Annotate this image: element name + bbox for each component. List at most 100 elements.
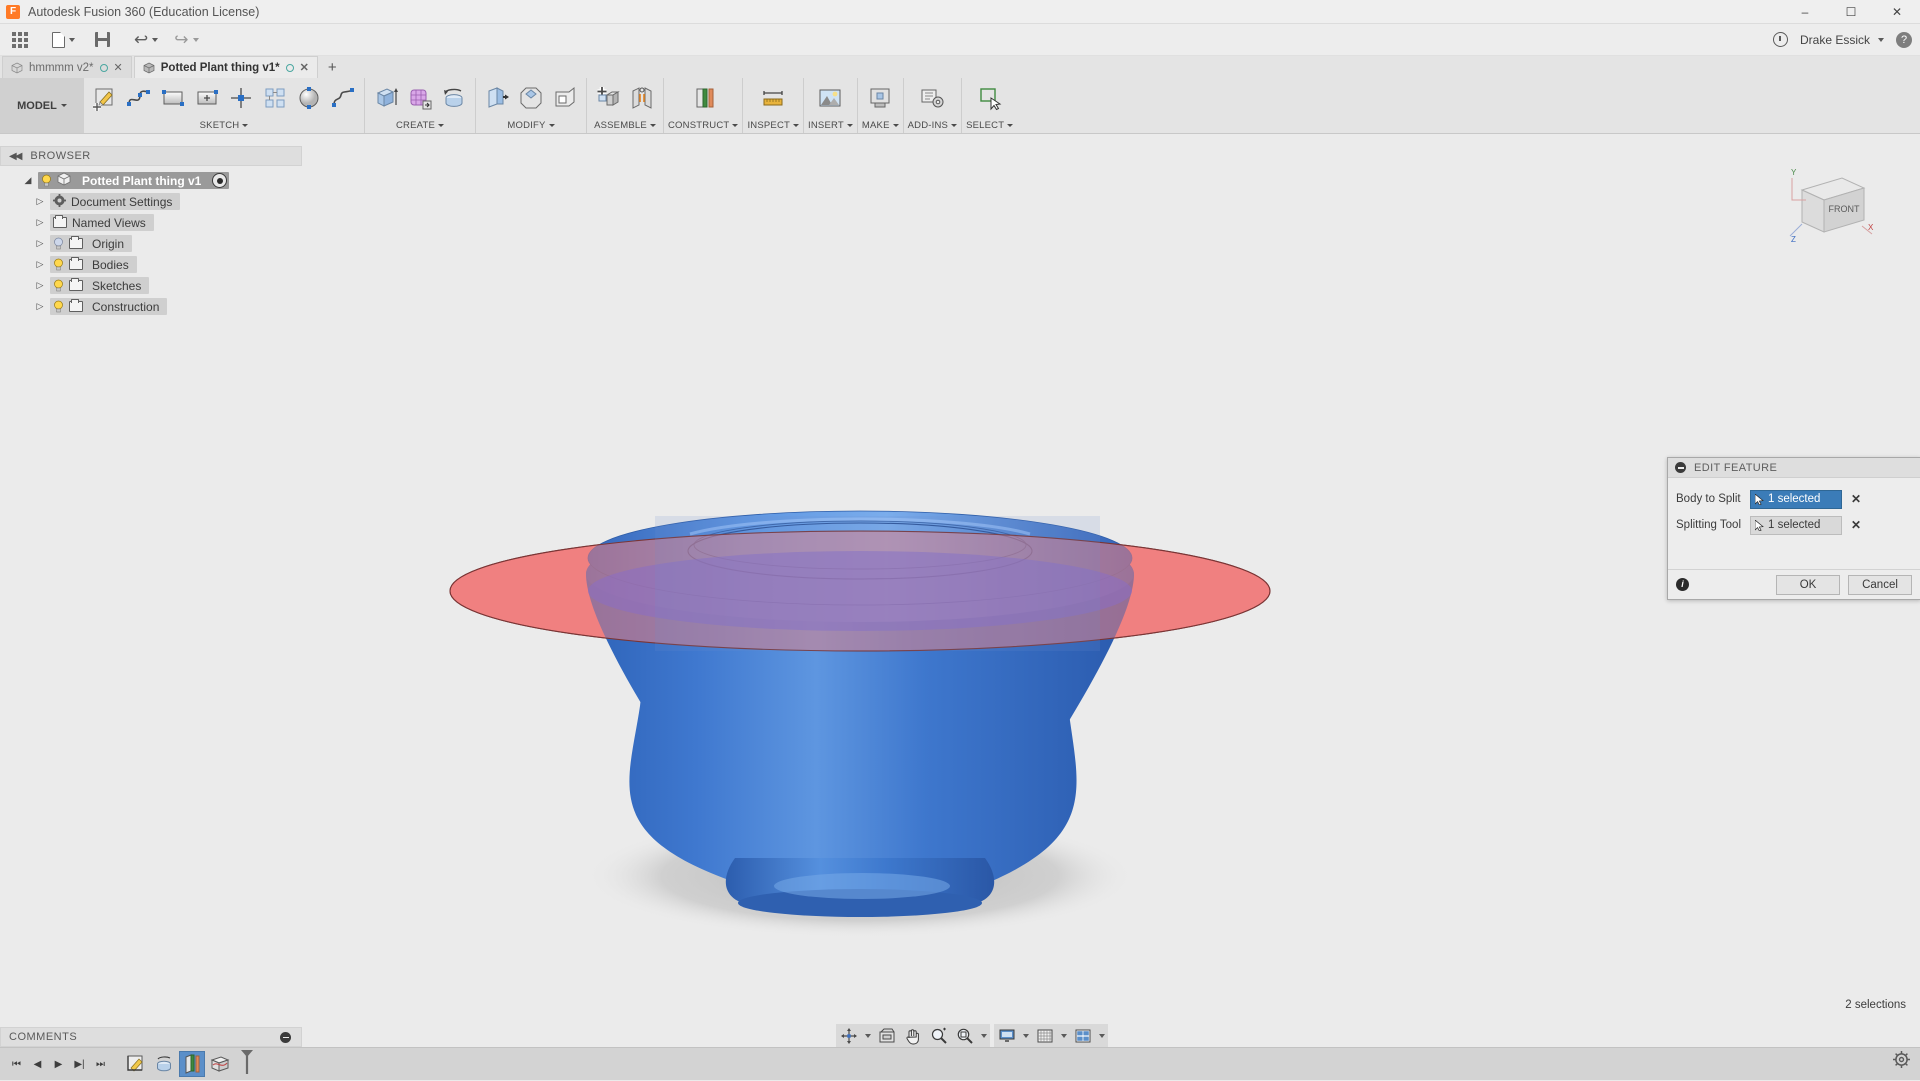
expand-arrow-icon[interactable]: ▷: [30, 238, 50, 249]
tree-node-root[interactable]: ◢ Potted Plant thing v1: [0, 170, 302, 191]
root-node-body[interactable]: Potted Plant thing v1: [38, 172, 229, 189]
splitting-tool-selection[interactable]: 1 selected: [1750, 516, 1842, 535]
node-body[interactable]: Named Views: [50, 214, 154, 231]
expand-arrow-icon[interactable]: ▷: [30, 280, 50, 291]
timeline-feature-revolve[interactable]: [151, 1051, 177, 1077]
view-cube[interactable]: FRONT Y X Z: [1784, 164, 1874, 254]
panel-label-select[interactable]: SELECT: [966, 118, 1013, 132]
rectangular-pattern-button[interactable]: [258, 81, 292, 115]
clear-splitting-tool-button[interactable]: ✕: [1851, 518, 1861, 532]
panel-label-make[interactable]: MAKE: [862, 118, 899, 132]
offset-plane-button[interactable]: [686, 81, 720, 115]
revolve-button[interactable]: [437, 81, 471, 115]
visibility-bulb-icon[interactable]: [53, 300, 64, 313]
panel-label-assemble[interactable]: ASSEMBLE: [594, 118, 656, 132]
tree-node-construction[interactable]: ▷ Construction: [0, 296, 302, 317]
panel-label-create[interactable]: CREATE: [396, 118, 444, 132]
viewports-button[interactable]: [1070, 1024, 1096, 1047]
orbit-button[interactable]: [836, 1024, 862, 1047]
panel-label-addins[interactable]: ADD-INS: [908, 118, 957, 132]
tree-node-named-views[interactable]: ▷ Named Views: [0, 212, 302, 233]
construction-line-button[interactable]: [224, 81, 258, 115]
node-body[interactable]: Bodies: [50, 256, 137, 273]
timeline-settings-button[interactable]: [1893, 1051, 1910, 1073]
orbit-dropdown[interactable]: [862, 1024, 874, 1047]
grid-snap-button[interactable]: [1032, 1024, 1058, 1047]
node-body[interactable]: Origin: [50, 235, 132, 252]
expand-arrow-icon[interactable]: ◢: [18, 175, 38, 186]
timeline-feature-split-body[interactable]: [179, 1051, 205, 1077]
new-component-button[interactable]: [591, 81, 625, 115]
panel-label-inspect[interactable]: INSPECT: [747, 118, 799, 132]
app-grid-button[interactable]: [6, 27, 34, 53]
node-body[interactable]: Construction: [50, 298, 167, 315]
visibility-bulb-icon[interactable]: [53, 279, 64, 292]
redo-button[interactable]: ↪: [168, 27, 204, 53]
activate-component-radio[interactable]: [212, 173, 227, 188]
visibility-bulb-icon[interactable]: [41, 174, 52, 187]
fit-dropdown[interactable]: [978, 1024, 990, 1047]
go-to-end-button[interactable]: ⏭: [90, 1052, 111, 1076]
info-icon[interactable]: i: [1676, 578, 1689, 591]
fit-button[interactable]: [952, 1024, 978, 1047]
minimize-button[interactable]: –: [1782, 0, 1828, 24]
tree-node-sketches[interactable]: ▷ Sketches: [0, 275, 302, 296]
maximize-button[interactable]: ☐: [1828, 0, 1874, 24]
display-settings-button[interactable]: [994, 1024, 1020, 1047]
panel-label-construct[interactable]: CONSTRUCT: [668, 118, 738, 132]
collapse-panel-icon[interactable]: ◀◀: [9, 151, 20, 162]
tree-node-document-settings[interactable]: ▷ Document Settings: [0, 191, 302, 212]
node-body[interactable]: Document Settings: [50, 193, 180, 210]
clear-body-to-split-button[interactable]: ✕: [1851, 492, 1861, 506]
play-button[interactable]: ▶: [48, 1052, 69, 1076]
scripts-addins-button[interactable]: [915, 81, 949, 115]
ok-button[interactable]: OK: [1776, 575, 1840, 595]
grid-snap-dropdown[interactable]: [1058, 1024, 1070, 1047]
display-settings-dropdown[interactable]: [1020, 1024, 1032, 1047]
center-rectangle-button[interactable]: [190, 81, 224, 115]
insert-image-button[interactable]: [813, 81, 847, 115]
body-to-split-selection[interactable]: 1 selected: [1750, 490, 1842, 509]
timeline-feature-surface[interactable]: [207, 1051, 233, 1077]
recent-documents-icon[interactable]: [1773, 32, 1788, 47]
document-tab-hmmmm[interactable]: hmmmm v2* ✕: [2, 56, 132, 78]
workspace-selector[interactable]: MODEL: [0, 78, 84, 133]
pan-button[interactable]: [900, 1024, 926, 1047]
joint-button[interactable]: [625, 81, 659, 115]
press-pull-button[interactable]: [480, 81, 514, 115]
collapse-icon[interactable]: [1675, 462, 1686, 473]
step-back-button[interactable]: ◀: [27, 1052, 48, 1076]
extrude-button[interactable]: [369, 81, 403, 115]
circle-button[interactable]: [292, 81, 326, 115]
timeline-marker[interactable]: [239, 1048, 255, 1081]
panel-label-modify[interactable]: MODIFY: [507, 118, 554, 132]
save-button[interactable]: [89, 27, 116, 53]
shell-button[interactable]: [548, 81, 582, 115]
cancel-button[interactable]: Cancel: [1848, 575, 1912, 595]
timeline-feature-sketch[interactable]: [123, 1051, 149, 1077]
chamfer-button[interactable]: [514, 81, 548, 115]
account-menu[interactable]: Drake Essick: [1800, 33, 1884, 47]
expand-arrow-icon[interactable]: ▷: [30, 301, 50, 312]
select-button[interactable]: [973, 81, 1007, 115]
viewports-dropdown[interactable]: [1096, 1024, 1108, 1047]
look-at-button[interactable]: [874, 1024, 900, 1047]
new-tab-button[interactable]: +: [320, 58, 345, 78]
rectangle-button[interactable]: [156, 81, 190, 115]
visibility-bulb-icon[interactable]: [53, 258, 64, 271]
step-forward-button[interactable]: ▶|: [69, 1052, 90, 1076]
panel-label-insert[interactable]: INSERT: [808, 118, 853, 132]
expand-arrow-icon[interactable]: ▷: [30, 259, 50, 270]
panel-label-sketch[interactable]: SKETCH: [200, 118, 249, 132]
form-button[interactable]: [403, 81, 437, 115]
node-body[interactable]: Sketches: [50, 277, 149, 294]
tab-close-icon[interactable]: ✕: [300, 61, 309, 74]
create-sketch-button[interactable]: [88, 81, 122, 115]
edit-feature-dialog[interactable]: EDIT FEATURE Body to Split 1 selected ✕ …: [1667, 457, 1920, 600]
fit-point-spline-button[interactable]: [326, 81, 360, 115]
zoom-button[interactable]: [926, 1024, 952, 1047]
expand-arrow-icon[interactable]: ▷: [30, 217, 50, 228]
tab-close-icon[interactable]: ✕: [114, 61, 123, 74]
3d-print-button[interactable]: [863, 81, 897, 115]
tree-node-origin[interactable]: ▷ Origin: [0, 233, 302, 254]
